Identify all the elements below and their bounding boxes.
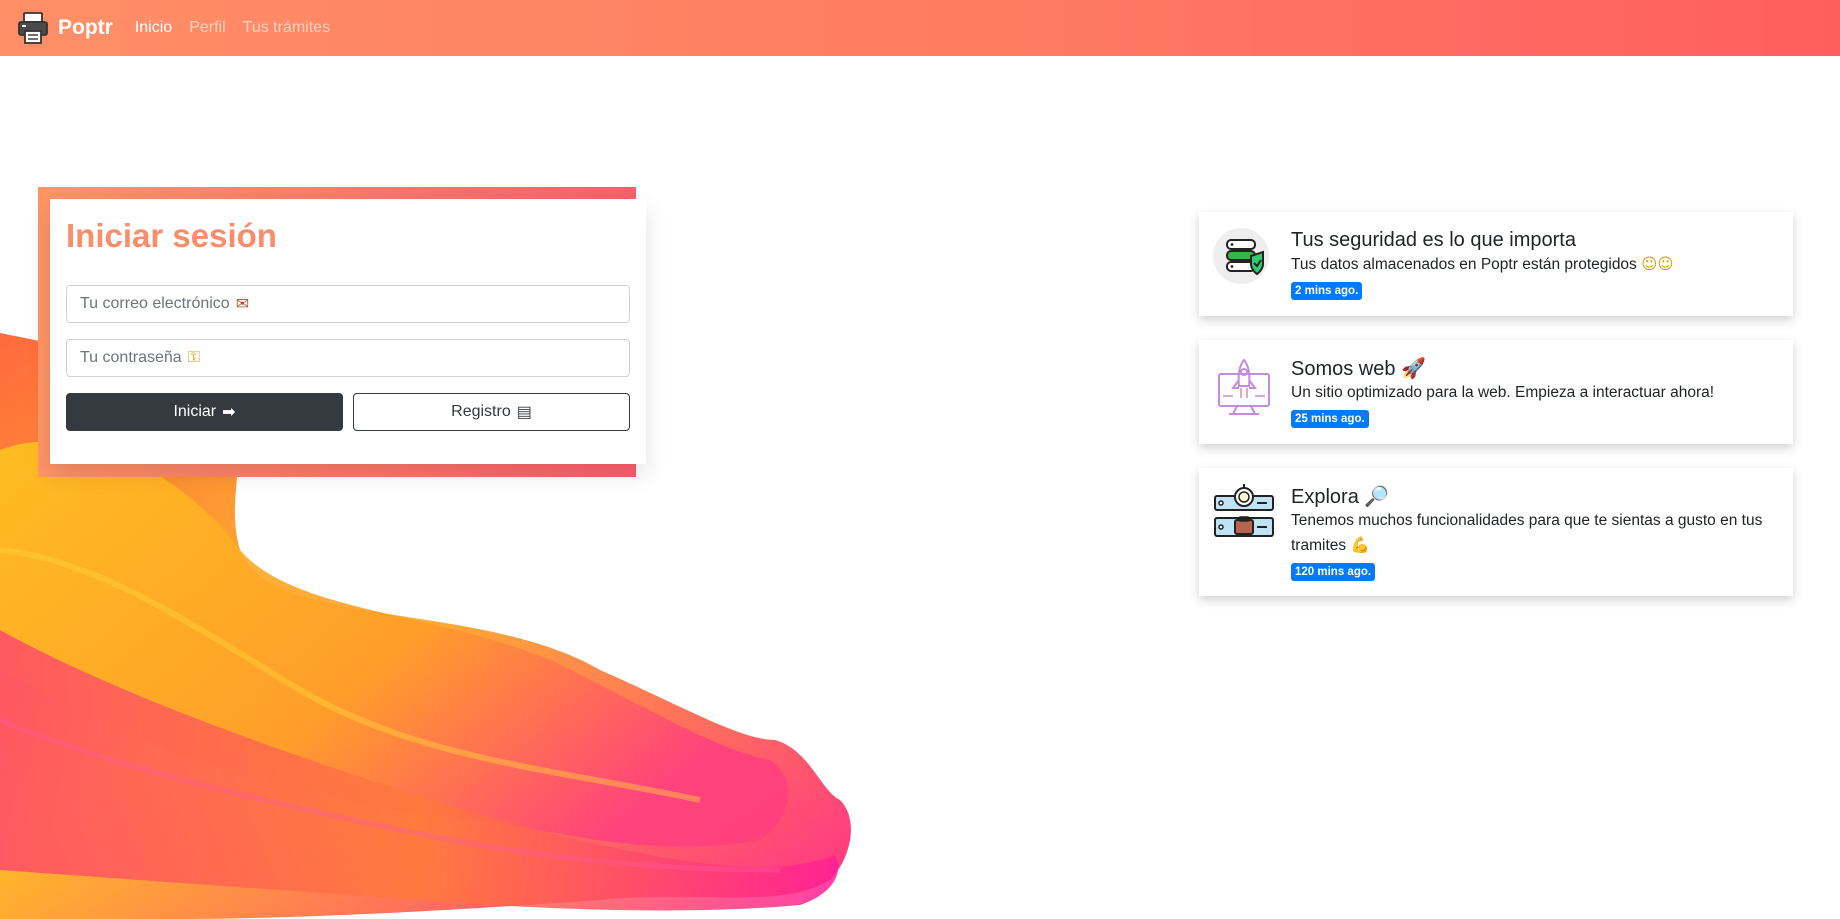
password-placeholder: Tu contraseña [80,349,182,366]
login-button[interactable]: Iniciar ➡ [66,393,343,431]
feature-text: Un sitio optimizado para la web. Empieza… [1291,384,1715,401]
envelope-icon: ✉ [235,296,250,313]
feature-title-text: Explora [1291,486,1359,508]
feature-body: Explora 🔎 Tenemos muchos funcionalidades… [1291,484,1777,581]
time-badge: 120 mins ago. [1291,563,1376,581]
flexed-arm-icon: 💪 [1350,536,1370,554]
email-placeholder: Tu correo electrónico [80,295,230,312]
feature-text: Tus datos almacenados en Poptr están pro… [1291,252,1777,277]
login-card: Iniciar sesión Tu correo electrónico ✉ T… [50,199,646,464]
server-shield-icon [1213,228,1269,284]
feature-text: Tenemos muchos funcionalidades para que … [1291,509,1777,558]
rocket-icon: 🚀 [1401,356,1426,380]
magnifier-icon: 🔎 [1364,484,1390,508]
password-field[interactable]: Tu contraseña ⚿ [66,339,630,377]
feature-body: Tus seguridad es lo que importa Tus dato… [1291,228,1777,300]
key-icon: ⚿ [187,349,200,366]
document-icon: ▤ [516,404,532,421]
feature-card-web: Somos web 🚀 Un sitio optimizado para la … [1199,340,1793,444]
time-badge: 2 mins ago. [1291,282,1363,300]
brand-name: Poptr [58,16,113,39]
nav-link-tus-tramites[interactable]: Tus trámites [243,19,330,37]
register-button[interactable]: Registro ▤ [353,393,630,431]
top-navbar: Poptr Inicio Perfil Tus trámites [0,0,1840,56]
feature-card-security: Tus seguridad es lo que importa Tus dato… [1199,212,1793,316]
feature-body: Somos web 🚀 Un sitio optimizado para la … [1291,356,1777,428]
smiley-icons: ☺☺ [1641,255,1674,273]
time-badge: 25 mins ago. [1291,410,1369,428]
rocket-monitor-icon [1218,358,1270,415]
nav-link-inicio[interactable]: Inicio [135,19,172,37]
login-title: Iniciar sesión [66,217,277,254]
register-button-label: Registro [451,403,511,420]
brand[interactable]: Poptr [16,11,113,45]
explore-panels-icon [1214,484,1274,537]
feature-title: Explora 🔎 [1291,484,1777,509]
email-field[interactable]: Tu correo electrónico ✉ [66,285,630,323]
nav-link-perfil[interactable]: Perfil [189,19,225,37]
arrow-right-icon: ➡ [222,404,236,421]
feature-title: Somos web 🚀 [1291,356,1777,381]
printer-icon [18,12,48,44]
feature-text-content: Tus datos almacenados en Poptr están pro… [1291,256,1637,273]
login-button-label: Iniciar [173,403,217,420]
feature-card-explore: Explora 🔎 Tenemos muchos funcionalidades… [1199,468,1793,596]
feature-title-text: Somos web [1291,358,1396,380]
feature-title: Tus seguridad es lo que importa [1291,229,1576,251]
